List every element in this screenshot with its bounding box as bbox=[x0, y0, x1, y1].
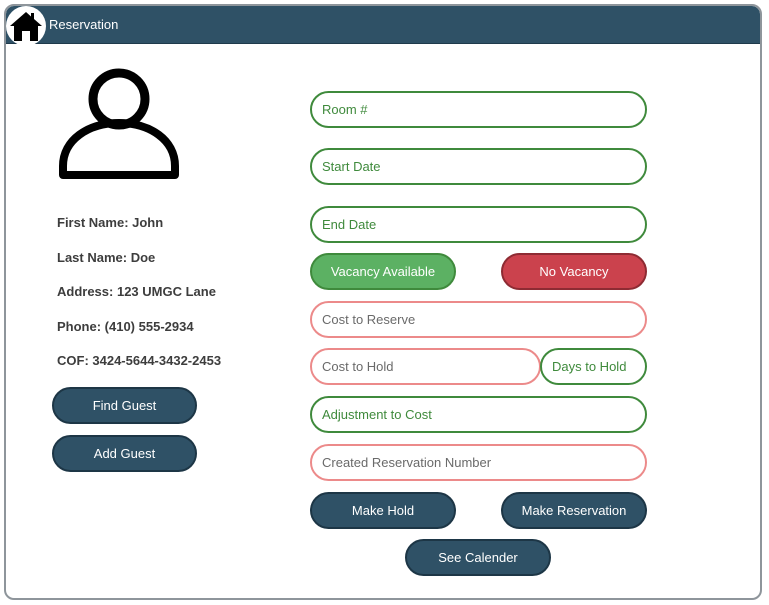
reservation-number-field[interactable]: Created Reservation Number bbox=[310, 444, 647, 481]
cof-label: COF: 3424-5644-3432-2453 bbox=[57, 353, 222, 368]
home-button[interactable] bbox=[6, 6, 46, 46]
cost-to-hold-field[interactable]: Cost to Hold bbox=[310, 348, 541, 385]
days-to-hold-field[interactable]: Days to Hold bbox=[540, 348, 647, 385]
make-hold-button[interactable]: Make Hold bbox=[310, 492, 456, 529]
stage: Reservation First Name: John Last Name: … bbox=[0, 0, 769, 605]
title-bar: Reservation bbox=[6, 6, 760, 44]
no-vacancy-indicator: No Vacancy bbox=[501, 253, 647, 290]
make-reservation-button[interactable]: Make Reservation bbox=[501, 492, 647, 529]
home-icon bbox=[10, 12, 42, 41]
phone-label: Phone: (410) 555-2934 bbox=[57, 319, 194, 334]
see-calender-button[interactable]: See Calender bbox=[405, 539, 551, 576]
first-name-label: First Name: John bbox=[57, 215, 164, 230]
room-number-field[interactable]: Room # bbox=[310, 91, 647, 128]
vacancy-available-indicator: Vacancy Available bbox=[310, 253, 456, 290]
find-guest-button[interactable]: Find Guest bbox=[52, 387, 197, 424]
last-name-label: Last Name: Doe bbox=[57, 250, 156, 265]
start-date-field[interactable]: Start Date bbox=[310, 148, 647, 185]
reservation-window: Reservation First Name: John Last Name: … bbox=[4, 4, 762, 600]
adjustment-to-cost-field[interactable]: Adjustment to Cost bbox=[310, 396, 647, 433]
address-label: Address: 123 UMGC Lane bbox=[57, 284, 216, 299]
add-guest-button[interactable]: Add Guest bbox=[52, 435, 197, 472]
window-title: Reservation bbox=[49, 17, 119, 32]
user-icon bbox=[59, 68, 179, 179]
cost-to-reserve-field[interactable]: Cost to Reserve bbox=[310, 301, 647, 338]
end-date-field[interactable]: End Date bbox=[310, 206, 647, 243]
